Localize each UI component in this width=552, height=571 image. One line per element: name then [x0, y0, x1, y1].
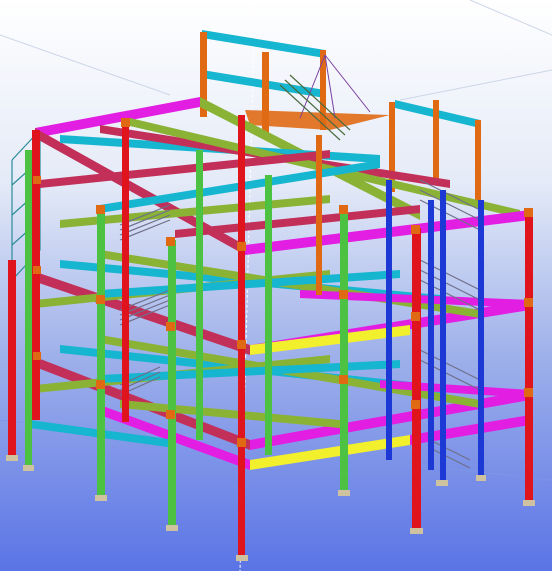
column-base-plates — [6, 455, 535, 561]
3d-model-viewport[interactable] — [0, 0, 552, 571]
steel-frame-model — [0, 0, 552, 571]
